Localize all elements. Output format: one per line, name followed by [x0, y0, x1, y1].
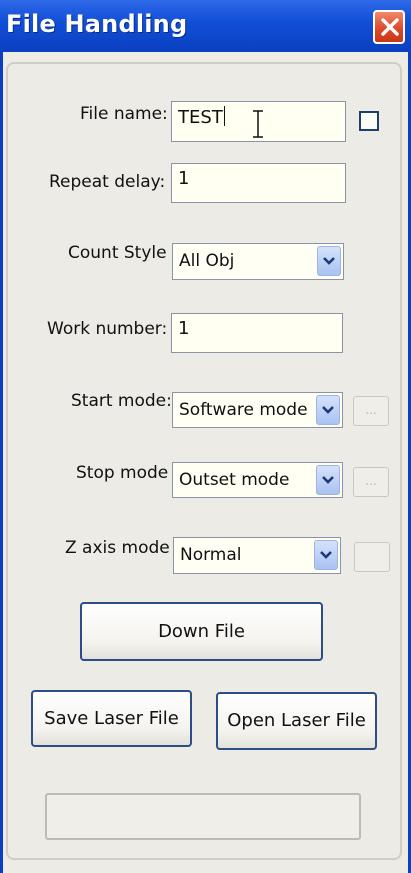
- z-axis-mode-dropdown[interactable]: Normal: [173, 537, 341, 574]
- repeat-delay-label: Repeat delay:: [49, 172, 166, 192]
- start-mode-value: Software mode: [179, 400, 308, 420]
- stop-mode-value: Outset mode: [179, 470, 290, 490]
- title-bar[interactable]: File Handling: [0, 0, 411, 52]
- count-style-label: Count Style: [68, 243, 167, 263]
- start-mode-dropdown-arrow[interactable]: [316, 395, 340, 425]
- open-laser-file-button[interactable]: Open Laser File: [216, 692, 377, 750]
- save-laser-file-label: Save Laser File: [44, 708, 179, 729]
- chevron-down-icon: [322, 476, 334, 484]
- text-caret: [223, 106, 225, 126]
- z-axis-mode-value: Normal: [180, 545, 242, 565]
- start-mode-dropdown[interactable]: Software mode: [172, 392, 343, 428]
- file-name-value: TEST: [178, 107, 223, 128]
- z-axis-mode-options-button[interactable]: [354, 542, 390, 572]
- count-style-dropdown-arrow[interactable]: [317, 246, 341, 276]
- file-name-label: File name:: [80, 104, 168, 124]
- open-laser-file-label: Open Laser File: [227, 710, 366, 731]
- status-field: [45, 793, 361, 840]
- stop-mode-label: Stop mode: [76, 463, 169, 483]
- down-file-button[interactable]: Down File: [80, 602, 323, 661]
- count-style-dropdown[interactable]: All Obj: [172, 243, 344, 280]
- work-number-label: Work number:: [47, 319, 168, 339]
- save-laser-file-button[interactable]: Save Laser File: [31, 690, 192, 747]
- chevron-down-icon: [323, 257, 335, 265]
- stop-mode-options-label: ...: [365, 474, 377, 488]
- work-number-input[interactable]: 1: [171, 313, 343, 353]
- chevron-down-icon: [322, 406, 334, 414]
- repeat-delay-value: 1: [178, 168, 190, 189]
- start-mode-options-button[interactable]: ...: [353, 396, 389, 426]
- text-cursor-icon: [253, 110, 263, 138]
- down-file-label: Down File: [158, 621, 245, 642]
- file-name-checkbox[interactable]: [359, 111, 379, 131]
- window-title: File Handling: [6, 10, 188, 38]
- stop-mode-options-button[interactable]: ...: [353, 467, 389, 497]
- start-mode-options-label: ...: [365, 403, 377, 417]
- chevron-down-icon: [320, 551, 332, 559]
- z-axis-mode-dropdown-arrow[interactable]: [314, 540, 338, 570]
- work-number-value: 1: [178, 318, 190, 339]
- close-icon: [381, 18, 399, 36]
- stop-mode-dropdown[interactable]: Outset mode: [172, 462, 343, 498]
- count-style-value: All Obj: [179, 251, 235, 271]
- stop-mode-dropdown-arrow[interactable]: [316, 465, 340, 495]
- close-button[interactable]: [373, 10, 405, 44]
- repeat-delay-input[interactable]: 1: [171, 163, 346, 203]
- start-mode-label: Start mode:: [71, 391, 172, 411]
- z-axis-mode-label: Z axis mode: [65, 538, 170, 558]
